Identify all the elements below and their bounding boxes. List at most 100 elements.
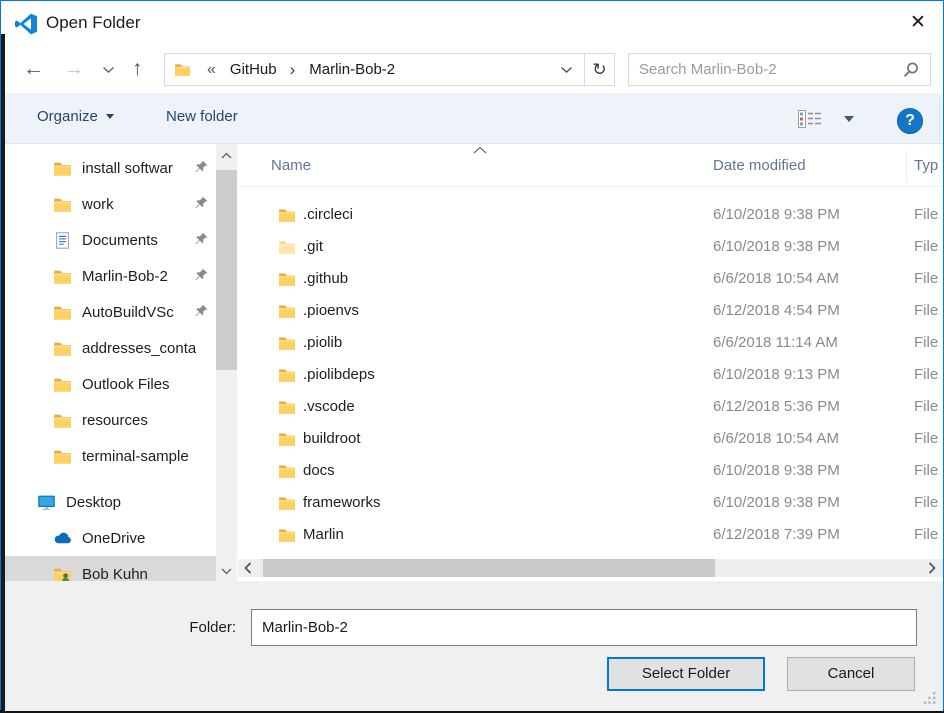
folder-icon	[278, 270, 296, 287]
file-date-modified: 6/10/2018 9:38 PM	[713, 206, 840, 223]
folder-label: Folder:	[176, 619, 236, 636]
folder-icon	[278, 398, 296, 415]
sidebar-item-bob-kuhn[interactable]: Bob Kuhn	[1, 556, 216, 581]
sidebar-item-marlin-bob-2[interactable]: Marlin-Bob-2	[1, 258, 216, 294]
sidebar-item-addresses-conta[interactable]: addresses_conta	[1, 330, 216, 366]
file-row--piolibdeps[interactable]: .piolibdeps6/10/2018 9:13 PMFile	[238, 359, 943, 391]
folder-icon	[278, 494, 296, 511]
file-row--pioenvs[interactable]: .pioenvs6/12/2018 4:54 PMFile	[238, 295, 943, 327]
file-date-modified: 6/10/2018 9:38 PM	[713, 494, 840, 511]
sidebar-item-desktop[interactable]: Desktop	[1, 484, 216, 520]
up-icon[interactable]: ↑	[132, 55, 143, 83]
close-icon[interactable]: ✕	[903, 8, 933, 38]
file-row--piolib[interactable]: .piolib6/6/2018 11:14 AMFile	[238, 327, 943, 359]
sidebar-item-resources[interactable]: resources	[1, 402, 216, 438]
sidebar-item-documents[interactable]: Documents	[1, 222, 216, 258]
file-name: .github	[303, 270, 348, 287]
file-name: .circleci	[303, 206, 353, 223]
file-row-docs[interactable]: docs6/10/2018 9:38 PMFile	[238, 455, 943, 487]
navigation-bar: ← → ↑ « GitHub › Marlin-Bob-2 ↻ Search M…	[1, 47, 943, 93]
sidebar-scrollbar-thumb[interactable]	[216, 170, 237, 370]
file-name: .pioenvs	[303, 302, 359, 319]
file-name: docs	[303, 462, 335, 479]
back-icon[interactable]: ←	[23, 55, 44, 83]
scroll-left-icon[interactable]	[244, 562, 252, 574]
scroll-down-icon[interactable]	[216, 562, 237, 579]
sidebar-item-autobuildvsc[interactable]: AutoBuildVSc	[1, 294, 216, 330]
address-bar[interactable]: « GitHub › Marlin-Bob-2	[164, 53, 585, 86]
window-title: Open Folder	[46, 13, 141, 33]
view-dropdown-caret-icon[interactable]	[844, 116, 854, 122]
open-folder-dialog: Open Folder ✕ ← → ↑ « GitHub › Marlin-Bo…	[0, 0, 944, 710]
file-row-frameworks[interactable]: frameworks6/10/2018 9:38 PMFile	[238, 487, 943, 519]
breadcrumb-github[interactable]: GitHub	[230, 61, 277, 78]
organize-button[interactable]: Organize	[37, 108, 114, 125]
sidebar-item-install-softwar[interactable]: install softwar	[1, 150, 216, 186]
file-date-modified: 6/6/2018 10:54 AM	[713, 430, 839, 447]
scroll-up-icon[interactable]	[216, 146, 237, 163]
background-edge	[1, 34, 5, 711]
resize-grip[interactable]	[924, 692, 936, 704]
folder-icon	[278, 238, 296, 255]
recent-locations-chevron-icon[interactable]	[102, 66, 115, 74]
forward-icon: →	[63, 55, 84, 83]
view-details-icon[interactable]	[798, 110, 822, 128]
cancel-button[interactable]: Cancel	[787, 657, 915, 691]
folder-icon	[278, 366, 296, 383]
file-name: Marlin	[303, 526, 344, 543]
folder-icon	[53, 195, 72, 213]
file-date-modified: 6/12/2018 7:39 PM	[713, 526, 840, 543]
file-row--circleci[interactable]: .circleci 6/10/2018 9:38 PM File	[238, 199, 943, 231]
sidebar-scrollbar[interactable]	[216, 144, 237, 581]
refresh-button[interactable]: ↻	[584, 53, 615, 86]
select-folder-button[interactable]: Select Folder	[607, 657, 765, 691]
file-row--vscode[interactable]: .vscode6/12/2018 5:36 PMFile	[238, 391, 943, 423]
column-header-name[interactable]: Name	[271, 157, 311, 174]
pin-icon	[194, 196, 209, 211]
navigation-pane: install softwar work Documents Marlin-Bob-2…	[1, 144, 216, 581]
sidebar-item-onedrive[interactable]: OneDrive	[1, 520, 216, 556]
file-row--github[interactable]: .github6/6/2018 10:54 AMFile	[238, 263, 943, 295]
sidebar-item-outlook-files[interactable]: Outlook Files	[1, 366, 216, 402]
sidebar-item-label: addresses_conta	[82, 340, 196, 357]
search-box[interactable]: Search Marlin-Bob-2	[628, 53, 931, 86]
toolbar-divider	[939, 98, 940, 138]
sidebar-item-label: AutoBuildVSc	[82, 304, 174, 321]
horizontal-scrollbar[interactable]	[238, 559, 943, 577]
file-type: File	[914, 366, 938, 383]
file-type: File	[914, 206, 938, 223]
file-type: File	[914, 238, 938, 255]
file-type: File	[914, 334, 938, 351]
sidebar-item-label: work	[82, 196, 114, 213]
file-row-marlin[interactable]: Marlin6/12/2018 7:39 PMFile	[238, 519, 943, 551]
folder-icon	[278, 206, 296, 223]
sidebar-item-terminal-sample[interactable]: terminal-sample	[1, 438, 216, 474]
folder-icon	[278, 430, 296, 447]
file-date-modified: 6/12/2018 5:36 PM	[713, 398, 840, 415]
breadcrumb-separator-icon: ›	[290, 63, 296, 77]
breadcrumb-marlin-bob-2[interactable]: Marlin-Bob-2	[309, 61, 395, 78]
help-button[interactable]: ?	[897, 108, 923, 134]
file-date-modified: 6/6/2018 10:54 AM	[713, 270, 839, 287]
column-divider[interactable]	[906, 150, 907, 182]
column-header-date-modified[interactable]: Date modified	[713, 157, 806, 174]
file-date-modified: 6/6/2018 11:14 AM	[713, 334, 838, 351]
folder-icon	[53, 411, 72, 429]
onedrive-icon	[53, 529, 72, 547]
horizontal-scrollbar-thumb[interactable]	[263, 559, 715, 577]
sidebar-item-work[interactable]: work	[1, 186, 216, 222]
breadcrumb-overflow-icon[interactable]: «	[207, 61, 216, 79]
sidebar-item-label: Documents	[82, 232, 158, 249]
file-type: File	[914, 398, 938, 415]
file-row-buildroot[interactable]: buildroot6/6/2018 10:54 AMFile	[238, 423, 943, 455]
scroll-right-icon[interactable]	[928, 562, 936, 574]
file-row--git[interactable]: .git6/10/2018 9:38 PMFile	[238, 231, 943, 263]
file-type: File	[914, 462, 938, 479]
column-headers: Name Date modified Typ	[238, 144, 943, 187]
folder-name-input[interactable]	[251, 609, 917, 646]
dialog-content: install softwar work Documents Marlin-Bob-2…	[1, 144, 943, 581]
search-icon[interactable]	[902, 61, 920, 79]
new-folder-button[interactable]: New folder	[166, 108, 238, 125]
address-dropdown-chevron-icon[interactable]	[560, 66, 573, 74]
column-header-type[interactable]: Typ	[914, 157, 938, 174]
